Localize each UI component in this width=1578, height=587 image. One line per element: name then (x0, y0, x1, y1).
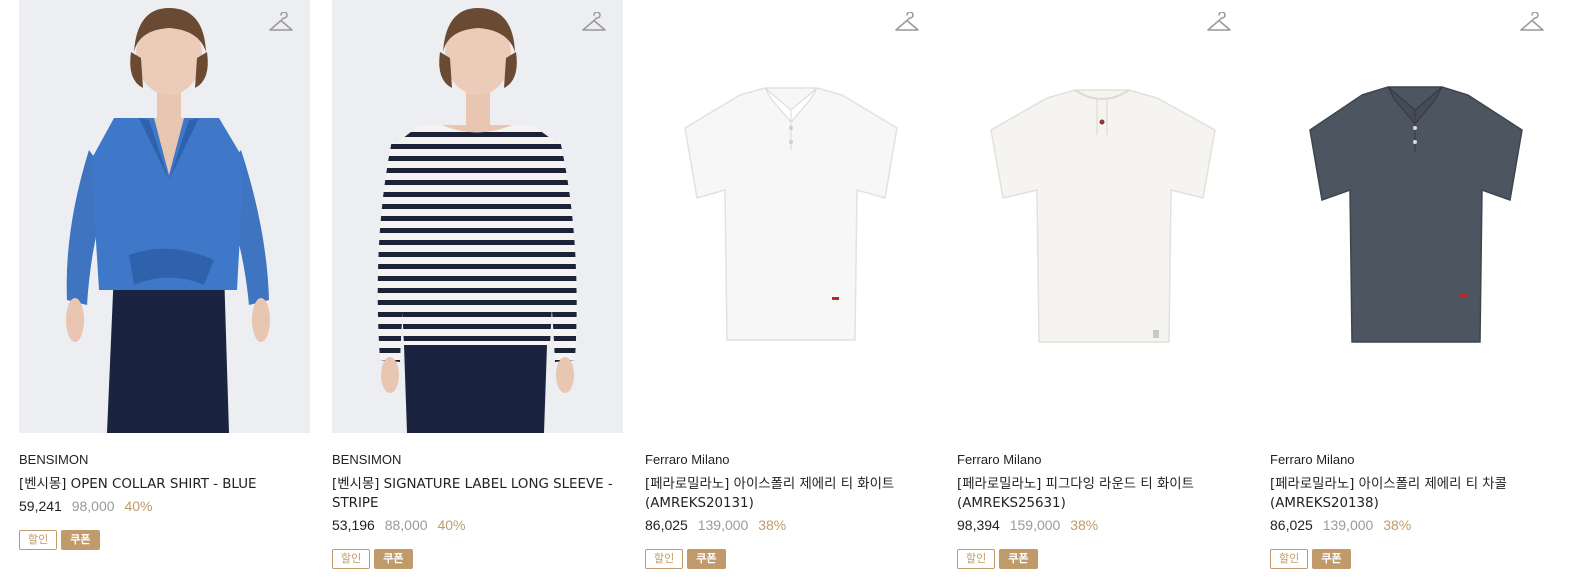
badge-row: 할인 쿠폰 (645, 549, 936, 569)
white-polo-image (645, 0, 936, 433)
product-price: 53,196 88,000 40% (332, 516, 623, 535)
product-name-link[interactable]: [페라로밀라노] 아이스폴리 제에리 티 차콜 (AMREKS20138) (1270, 477, 1507, 511)
coupon-badge: 쿠폰 (61, 530, 100, 550)
product-card[interactable]: Ferraro Milano [페라로밀라노] 피그다잉 라운드 티 화이트 (… (957, 0, 1248, 569)
original-price: 139,000 (1322, 517, 1374, 533)
badge-row: 할인 쿠폰 (1270, 549, 1561, 569)
sale-price: 59,241 (19, 498, 62, 514)
product-brand: Ferraro Milano (957, 452, 1042, 467)
discount-rate: 38% (1383, 517, 1412, 533)
product-brand: Ferraro Milano (645, 452, 730, 467)
discount-rate: 40% (124, 498, 153, 514)
product-grid: BENSIMON [벤시몽] OPEN COLLAR SHIRT - BLUE … (0, 0, 1578, 587)
sale-price: 53,196 (332, 517, 375, 533)
original-price: 98,000 (71, 498, 115, 514)
product-image[interactable] (1270, 0, 1561, 433)
product-price: 59,241 98,000 40% (19, 497, 310, 516)
badge-row: 할인 쿠폰 (19, 530, 310, 550)
sale-badge: 할인 (957, 549, 996, 569)
discount-rate: 40% (437, 517, 466, 533)
coupon-badge: 쿠폰 (687, 549, 726, 569)
product-name-link[interactable]: [페라로밀라노] 피그다잉 라운드 티 화이트 (AMREKS25631) (957, 477, 1194, 511)
sale-badge: 할인 (332, 549, 371, 569)
product-brand: Ferraro Milano (1270, 452, 1355, 467)
product-image[interactable] (957, 0, 1248, 433)
sale-badge: 할인 (19, 530, 58, 550)
product-name-link[interactable]: [벤시몽] OPEN COLLAR SHIRT - BLUE (19, 477, 256, 492)
coupon-badge: 쿠폰 (374, 549, 413, 569)
product-price: 86,025 139,000 38% (645, 516, 936, 535)
original-price: 88,000 (384, 517, 428, 533)
badge-row: 할인 쿠폰 (957, 549, 1248, 569)
hanger-icon[interactable] (894, 12, 920, 36)
sale-badge: 할인 (645, 549, 684, 569)
model-blue-shirt-image (19, 0, 310, 433)
discount-rate: 38% (1070, 517, 1099, 533)
product-card[interactable]: BENSIMON [벤시몽] OPEN COLLAR SHIRT - BLUE … (19, 0, 310, 550)
badge-row: 할인 쿠폰 (332, 549, 623, 569)
sale-price: 98,394 (957, 517, 1000, 533)
product-price: 98,394 159,000 38% (957, 516, 1248, 535)
discount-rate: 38% (758, 517, 787, 533)
white-henley-tee-image (957, 0, 1248, 433)
product-image[interactable] (645, 0, 936, 433)
charcoal-polo-image (1270, 0, 1561, 433)
product-card[interactable]: BENSIMON [벤시몽] SIGNATURE LABEL LONG SLEE… (332, 0, 623, 569)
product-image[interactable] (332, 0, 623, 433)
sale-badge: 할인 (1270, 549, 1309, 569)
product-name-link[interactable]: [페라로밀라노] 아이스폴리 제에리 티 화이트 (AMREKS20131) (645, 477, 894, 511)
original-price: 159,000 (1009, 517, 1061, 533)
coupon-badge: 쿠폰 (1312, 549, 1351, 569)
sale-price: 86,025 (1270, 517, 1313, 533)
original-price: 139,000 (697, 517, 749, 533)
product-image[interactable] (19, 0, 310, 433)
product-name-link[interactable]: [벤시몽] SIGNATURE LABEL LONG SLEEVE - STRI… (332, 477, 613, 511)
product-brand: BENSIMON (19, 452, 89, 467)
hanger-icon[interactable] (1206, 12, 1232, 36)
sale-price: 86,025 (645, 517, 688, 533)
hanger-icon[interactable] (268, 12, 294, 36)
product-card[interactable]: Ferraro Milano [페라로밀라노] 아이스폴리 제에리 티 차콜 (… (1270, 0, 1561, 569)
hanger-icon[interactable] (1519, 12, 1545, 36)
product-card[interactable]: Ferraro Milano [페라로밀라노] 아이스폴리 제에리 티 화이트 … (645, 0, 936, 569)
product-brand: BENSIMON (332, 452, 402, 467)
coupon-badge: 쿠폰 (999, 549, 1038, 569)
product-price: 86,025 139,000 38% (1270, 516, 1561, 535)
model-stripe-longsleeve-image (332, 0, 623, 433)
hanger-icon[interactable] (581, 12, 607, 36)
